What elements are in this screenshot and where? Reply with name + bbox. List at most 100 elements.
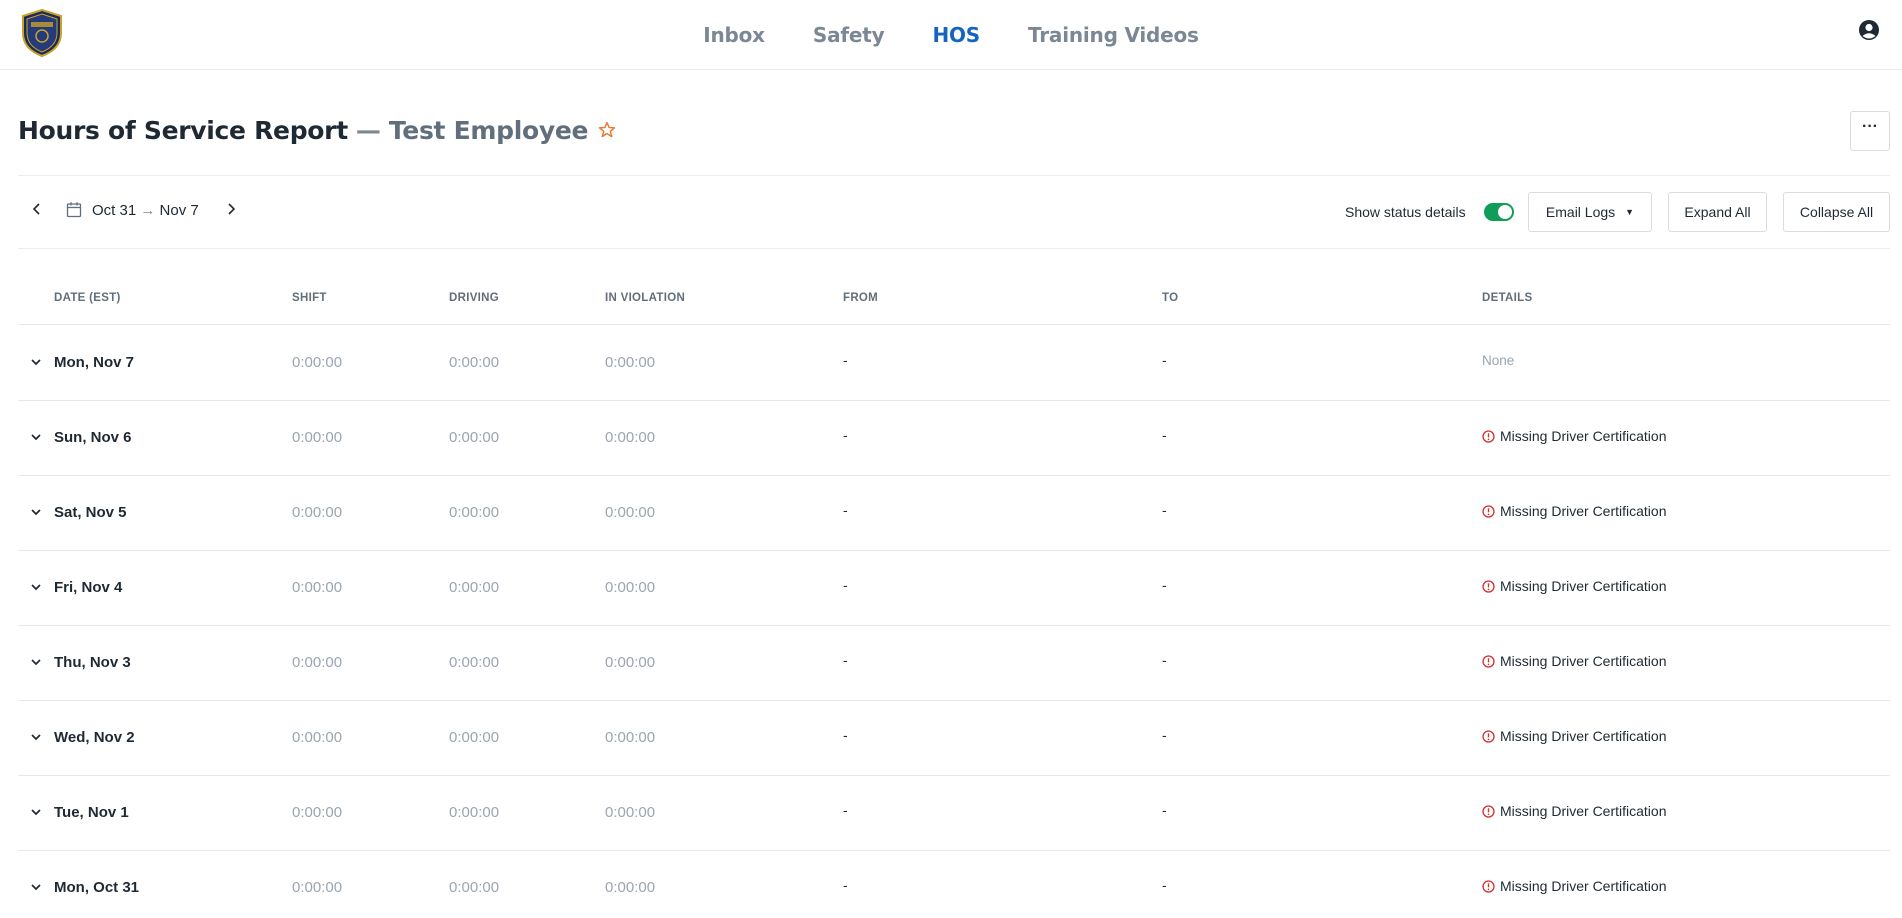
nav-inbox[interactable]: Inbox xyxy=(703,23,765,47)
row-details: None xyxy=(1482,353,1515,368)
row-details-text: Missing Driver Certification xyxy=(1500,803,1667,819)
chevron-down-icon[interactable] xyxy=(30,881,42,893)
row-details-text: Missing Driver Certification xyxy=(1500,428,1667,444)
row-in-violation: 0:00:00 xyxy=(605,579,656,596)
date-start: Oct 31 xyxy=(92,202,137,219)
report-title: Hours of Service Report xyxy=(18,115,348,145)
column-header-details[interactable]: DETAILS xyxy=(1482,292,1532,304)
row-date: Mon, Oct 31 xyxy=(54,879,140,896)
row-shift: 0:00:00 xyxy=(292,429,343,446)
row-driving: 0:00:00 xyxy=(449,354,500,371)
table-row[interactable]: Wed, Nov 2 0:00:00 0:00:00 0:00:00 - - Missing… xyxy=(18,701,1890,776)
nav-safety[interactable]: Safety xyxy=(813,23,885,47)
row-details[interactable]: Missing Driver Certification xyxy=(1482,653,1666,669)
warning-circle-icon xyxy=(1482,579,1495,593)
row-details-text: Missing Driver Certification xyxy=(1500,728,1667,744)
table-row[interactable]: Mon, Oct 31 0:00:00 0:00:00 0:00:00 - - Missin… xyxy=(18,851,1890,918)
row-in-violation: 0:00:00 xyxy=(605,504,656,521)
row-from: - xyxy=(843,577,848,593)
collapse-all-button[interactable]: Collapse All xyxy=(1783,192,1890,232)
row-to: - xyxy=(1162,427,1167,443)
chevron-down-icon[interactable] xyxy=(30,806,42,818)
row-details[interactable]: Missing Driver Certification xyxy=(1482,878,1666,894)
page-title: Hours of Service Report — Test Employee xyxy=(18,112,616,148)
row-in-violation: 0:00:00 xyxy=(605,804,656,821)
chevron-down-icon[interactable] xyxy=(30,431,42,443)
row-driving: 0:00:00 xyxy=(449,654,500,671)
divider xyxy=(18,248,1890,249)
row-details[interactable]: Missing Driver Certification xyxy=(1482,728,1666,744)
row-from: - xyxy=(843,727,848,743)
row-in-violation: 0:00:00 xyxy=(605,729,656,746)
row-in-violation: 0:00:00 xyxy=(605,429,656,446)
warning-circle-icon xyxy=(1482,879,1495,893)
row-from: - xyxy=(843,502,848,518)
chevron-down-icon[interactable] xyxy=(30,656,42,668)
row-shift: 0:00:00 xyxy=(292,729,343,746)
row-details[interactable]: Missing Driver Certification xyxy=(1482,578,1666,594)
divider xyxy=(18,175,1890,176)
table-row[interactable]: Sat, Nov 5 0:00:00 0:00:00 0:00:00 - - Missing… xyxy=(18,476,1890,551)
show-status-details-toggle[interactable] xyxy=(1484,203,1514,221)
column-header-from[interactable]: FROM xyxy=(843,292,878,304)
star-icon[interactable] xyxy=(598,121,616,139)
chevron-down-icon[interactable] xyxy=(30,581,42,593)
employee-name: Test Employee xyxy=(388,115,589,145)
table-row[interactable]: Sun, Nov 6 0:00:00 0:00:00 0:00:00 - - Missing… xyxy=(18,401,1890,476)
warning-circle-icon xyxy=(1482,429,1495,443)
date-range-picker[interactable]: Oct 31 → Nov 7 xyxy=(92,202,199,219)
row-details[interactable]: Missing Driver Certification xyxy=(1482,503,1666,519)
column-header-shift[interactable]: SHIFT xyxy=(292,292,327,304)
row-from: - xyxy=(843,427,848,443)
nav-hos[interactable]: HOS xyxy=(932,23,980,47)
show-status-details-label: Show status details xyxy=(1345,204,1466,220)
email-logs-label: Email Logs xyxy=(1545,204,1616,220)
row-from: - xyxy=(843,877,848,893)
row-driving: 0:00:00 xyxy=(449,729,500,746)
row-details-text: Missing Driver Certification xyxy=(1500,878,1667,894)
column-header-in-violation[interactable]: IN VIOLATION xyxy=(605,292,685,304)
row-details-text: Missing Driver Certification xyxy=(1500,503,1667,519)
row-to: - xyxy=(1162,802,1167,818)
row-from: - xyxy=(843,802,848,818)
row-details[interactable]: Missing Driver Certification xyxy=(1482,803,1666,819)
row-from: - xyxy=(843,652,848,668)
column-header-date[interactable]: DATE (EST) xyxy=(54,292,121,304)
warning-circle-icon xyxy=(1482,654,1495,668)
chevron-left-icon[interactable] xyxy=(28,200,46,218)
table-row[interactable]: Fri, Nov 4 0:00:00 0:00:00 0:00:00 - - Missing… xyxy=(18,551,1890,626)
column-header-driving[interactable]: DRIVING xyxy=(449,292,499,304)
main-nav: Inbox Safety HOS Training Videos xyxy=(0,0,1902,70)
row-shift: 0:00:00 xyxy=(292,804,343,821)
date-end: Nov 7 xyxy=(159,202,199,219)
warning-circle-icon xyxy=(1482,504,1495,518)
table-row[interactable]: Thu, Nov 3 0:00:00 0:00:00 0:00:00 - - Missing… xyxy=(18,626,1890,701)
table-header: DATE (EST) SHIFT DRIVING IN VIOLATION FR… xyxy=(18,280,1890,325)
row-driving: 0:00:00 xyxy=(449,879,500,896)
row-shift: 0:00:00 xyxy=(292,354,343,371)
row-in-violation: 0:00:00 xyxy=(605,654,656,671)
column-header-to[interactable]: TO xyxy=(1162,292,1178,304)
calendar-icon[interactable] xyxy=(66,201,82,218)
chevron-right-icon[interactable] xyxy=(222,200,240,218)
row-details[interactable]: Missing Driver Certification xyxy=(1482,428,1666,444)
table-row[interactable]: Tue, Nov 1 0:00:00 0:00:00 0:00:00 - - Missing… xyxy=(18,776,1890,851)
row-date: Wed, Nov 2 xyxy=(54,729,135,746)
row-date: Sat, Nov 5 xyxy=(54,504,127,521)
row-date: Tue, Nov 1 xyxy=(54,804,129,821)
row-shift: 0:00:00 xyxy=(292,654,343,671)
nav-training-videos[interactable]: Training Videos xyxy=(1028,23,1199,47)
chevron-down-icon[interactable] xyxy=(30,356,42,368)
chevron-down-icon[interactable] xyxy=(30,506,42,518)
email-logs-button[interactable]: Email Logs ▼ xyxy=(1528,192,1652,232)
chevron-down-icon[interactable] xyxy=(30,731,42,743)
table-row[interactable]: Mon, Nov 7 0:00:00 0:00:00 0:00:00 - - None xyxy=(18,326,1890,401)
row-driving: 0:00:00 xyxy=(449,579,500,596)
expand-all-button[interactable]: Expand All xyxy=(1668,192,1767,232)
warning-circle-icon xyxy=(1482,729,1495,743)
row-to: - xyxy=(1162,652,1167,668)
row-details-text: Missing Driver Certification xyxy=(1500,578,1667,594)
row-date: Mon, Nov 7 xyxy=(54,354,135,371)
more-options-button[interactable]: ··· xyxy=(1850,111,1890,151)
user-account-icon[interactable] xyxy=(1858,19,1880,41)
